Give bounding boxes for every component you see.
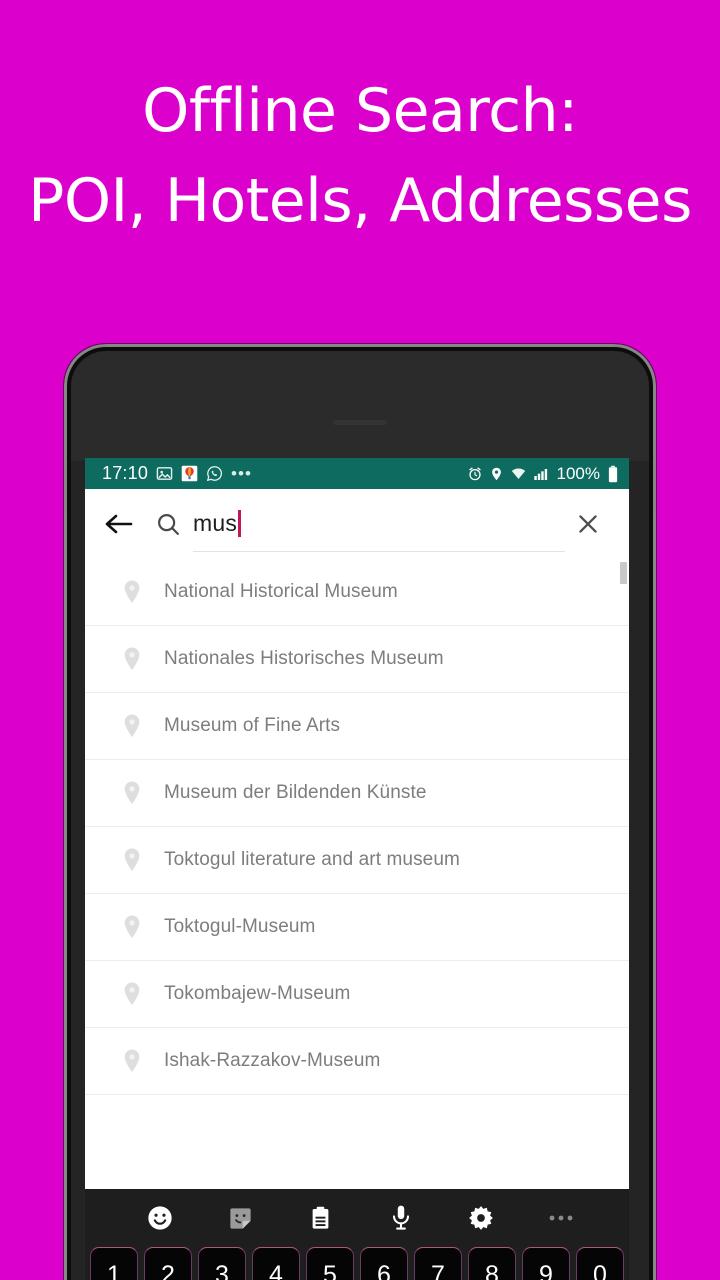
status-bar-right: 100% bbox=[467, 464, 619, 484]
key-8[interactable]: 8 bbox=[468, 1247, 516, 1280]
settings-gear-icon[interactable] bbox=[467, 1204, 495, 1232]
clipboard-icon[interactable] bbox=[307, 1205, 334, 1232]
map-pin-icon bbox=[107, 981, 157, 1007]
search-icon bbox=[145, 512, 191, 537]
clear-search-button[interactable] bbox=[565, 511, 611, 537]
map-pin-icon bbox=[107, 646, 157, 672]
promo-screenshot: Offline Search: POI, Hotels, Addresses 1… bbox=[0, 0, 720, 1280]
alarm-icon bbox=[467, 466, 483, 482]
promo-headline: Offline Search: POI, Hotels, Addresses bbox=[0, 78, 720, 234]
table-row[interactable]: National Historical Museum bbox=[85, 559, 629, 626]
status-overflow-dots-icon: ••• bbox=[231, 463, 252, 483]
key-4[interactable]: 4 bbox=[252, 1247, 300, 1280]
battery-icon bbox=[607, 465, 619, 483]
overflow-dots-icon[interactable] bbox=[548, 1213, 574, 1223]
table-row[interactable]: Toktogul-Museum bbox=[85, 894, 629, 961]
map-pin-icon bbox=[107, 1048, 157, 1074]
result-label: National Historical Museum bbox=[164, 581, 398, 602]
result-label: Tokombajew-Museum bbox=[164, 983, 351, 1004]
text-cursor bbox=[238, 510, 242, 537]
promo-line-1: Offline Search: bbox=[142, 76, 578, 146]
promo-line-2: POI, Hotels, Addresses bbox=[28, 166, 692, 236]
keyboard-number-row: 1 2 3 4 5 6 7 8 9 0 bbox=[85, 1247, 629, 1280]
emoji-icon[interactable] bbox=[146, 1204, 174, 1232]
phone-earpiece bbox=[333, 420, 387, 425]
signal-icon bbox=[533, 466, 549, 482]
keyboard-toolbar bbox=[85, 1189, 629, 1247]
phone-top-bezel bbox=[71, 351, 649, 461]
sticker-icon[interactable] bbox=[227, 1205, 254, 1232]
result-label: Toktogul-Museum bbox=[164, 916, 316, 937]
location-icon bbox=[489, 466, 504, 482]
whatsapp-icon bbox=[206, 465, 223, 482]
result-label: Toktogul literature and art museum bbox=[164, 849, 460, 870]
search-input-value: mus bbox=[193, 510, 238, 536]
key-7[interactable]: 7 bbox=[414, 1247, 462, 1280]
phone-mockup: 17:10 ••• 100% mus National Historical M… bbox=[64, 344, 656, 1280]
status-bar-left: 17:10 ••• bbox=[102, 463, 467, 484]
search-results-list[interactable]: National Historical Museum Nationales Hi… bbox=[85, 559, 629, 1095]
key-5[interactable]: 5 bbox=[306, 1247, 354, 1280]
result-label: Nationales Historisches Museum bbox=[164, 648, 444, 669]
table-row[interactable]: Museum der Bildenden Künste bbox=[85, 760, 629, 827]
search-input[interactable]: mus bbox=[193, 496, 565, 552]
scrollbar-thumb[interactable] bbox=[620, 562, 627, 584]
map-pin-icon bbox=[107, 847, 157, 873]
battery-percent-label: 100% bbox=[556, 463, 600, 483]
result-label: Museum of Fine Arts bbox=[164, 715, 341, 736]
balloon-app-icon bbox=[181, 465, 198, 482]
key-6[interactable]: 6 bbox=[360, 1247, 408, 1280]
table-row[interactable]: Toktogul literature and art museum bbox=[85, 827, 629, 894]
map-pin-icon bbox=[107, 579, 157, 605]
table-row[interactable]: Museum of Fine Arts bbox=[85, 693, 629, 760]
table-row[interactable]: Tokombajew-Museum bbox=[85, 961, 629, 1028]
microphone-icon[interactable] bbox=[388, 1204, 414, 1232]
on-screen-keyboard: 1 2 3 4 5 6 7 8 9 0 q w e r t y bbox=[85, 1189, 629, 1280]
phone-screen: 17:10 ••• 100% mus National Historical M… bbox=[85, 458, 629, 1280]
search-bar: mus bbox=[85, 489, 629, 559]
wifi-icon bbox=[510, 466, 527, 482]
result-label: Museum der Bildenden Künste bbox=[164, 782, 427, 803]
back-button[interactable] bbox=[103, 512, 145, 536]
map-pin-icon bbox=[107, 713, 157, 739]
key-9[interactable]: 9 bbox=[522, 1247, 570, 1280]
key-0[interactable]: 0 bbox=[576, 1247, 624, 1280]
result-label: Ishak-Razzakov-Museum bbox=[164, 1050, 381, 1071]
map-pin-icon bbox=[107, 780, 157, 806]
android-status-bar: 17:10 ••• 100% bbox=[85, 458, 629, 489]
key-3[interactable]: 3 bbox=[198, 1247, 246, 1280]
key-1[interactable]: 1 bbox=[90, 1247, 138, 1280]
gallery-icon bbox=[156, 465, 173, 482]
table-row[interactable]: Ishak-Razzakov-Museum bbox=[85, 1028, 629, 1095]
table-row[interactable]: Nationales Historisches Museum bbox=[85, 626, 629, 693]
key-2[interactable]: 2 bbox=[144, 1247, 192, 1280]
map-pin-icon bbox=[107, 914, 157, 940]
status-bar-clock: 17:10 bbox=[102, 463, 149, 483]
